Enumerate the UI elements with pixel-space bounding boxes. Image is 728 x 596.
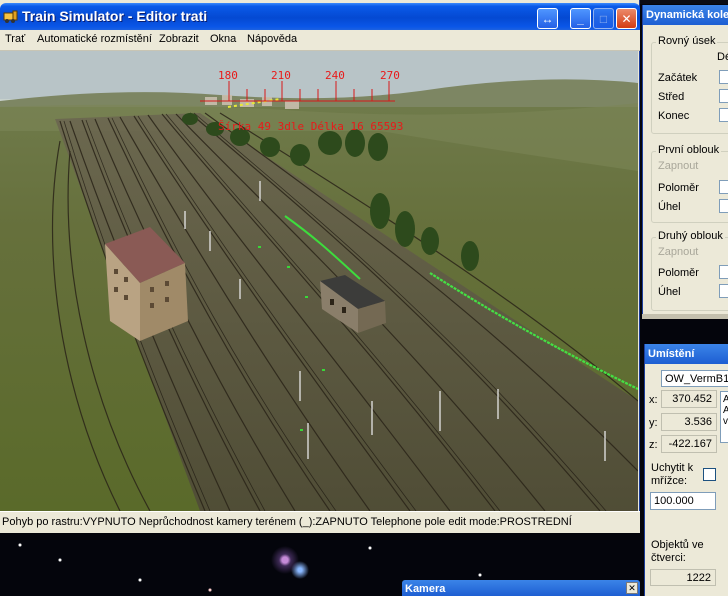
first-curve-legend: První oblouk xyxy=(656,144,722,156)
x-value[interactable]: 370.452 xyxy=(661,390,717,408)
first-curve-radius-field[interactable] xyxy=(719,180,728,194)
second-curve-angle-field[interactable] xyxy=(719,284,728,298)
straight-start-field[interactable] xyxy=(719,70,728,84)
objects-in-square-value: 1222 xyxy=(650,569,716,586)
compass-tick-180: 180 xyxy=(218,69,238,82)
placement-panel-title[interactable]: Umístění xyxy=(645,344,728,364)
y-value[interactable]: 3.536 xyxy=(661,413,717,431)
straight-section-legend: Rovný úsek xyxy=(656,35,718,47)
position-readout: Šírka 49 3dle Délka 16 65593 xyxy=(218,120,404,133)
titlebar[interactable]: Train Simulator - Editor trati ↔ _ □ ✕ xyxy=(0,3,640,30)
camera-window-title: Kamera xyxy=(405,583,446,595)
straight-middle-label: Střed xyxy=(658,91,685,103)
straight-middle-field[interactable] xyxy=(719,89,728,103)
train-icon xyxy=(3,10,18,23)
straight-end-field[interactable] xyxy=(719,108,728,122)
dynamic-track-panel: Dynamická kolej Rovný úsek Dé Začátek St… xyxy=(642,5,728,319)
route-editor-window: Train Simulator - Editor trati ↔ _ □ ✕ T… xyxy=(0,0,640,533)
dynamic-track-panel-title[interactable]: Dynamická kolej xyxy=(643,5,728,25)
minimize-button[interactable]: _ xyxy=(570,8,591,29)
snap-to-grid-checkbox[interactable] xyxy=(703,468,716,481)
straight-end-label: Konec xyxy=(658,110,690,122)
menu-auto-placement[interactable]: Automatické rozmístění xyxy=(37,33,152,45)
second-curve-radius-field[interactable] xyxy=(719,265,728,279)
placement-panel: Umístění OW_VermB10 x: 370.452 y: 3.536 … xyxy=(644,344,728,596)
orientation-list[interactable]: A A v xyxy=(720,391,728,443)
second-curve-legend: Druhý oblouk xyxy=(656,230,725,242)
compass-tick-240: 240 xyxy=(325,69,345,82)
3d-viewport[interactable]: 180 210 240 270 Šírka 49 3dle Délka 16 6… xyxy=(0,51,638,511)
objects-in-square-label: Objektů ve čtverci: xyxy=(651,539,704,564)
orientation-item: A xyxy=(723,394,728,405)
first-curve-radius-label: Poloměr xyxy=(658,182,699,194)
window-title: Train Simulator - Editor trati xyxy=(22,8,208,24)
snap-value-field[interactable]: 100.000 xyxy=(650,492,716,510)
straight-column-header: Dé xyxy=(717,51,728,63)
close-button[interactable]: ✕ xyxy=(616,8,637,29)
second-curve-radius-label: Poloměr xyxy=(658,267,699,279)
orientation-item: v xyxy=(723,416,728,427)
x-label: x: xyxy=(649,394,658,406)
menu-help[interactable]: Nápověda xyxy=(247,33,297,45)
z-value[interactable]: -422.167 xyxy=(661,435,717,453)
camera-close-button[interactable]: ✕ xyxy=(626,582,638,594)
move-button[interactable]: ↔ xyxy=(537,8,558,29)
menu-view[interactable]: Zobrazit xyxy=(159,33,199,45)
camera-window[interactable]: Kamera ✕ xyxy=(402,580,640,596)
menubar: Trať Automatické rozmístění Zobrazit Okn… xyxy=(0,30,640,51)
menu-trat[interactable]: Trať xyxy=(5,33,25,45)
first-curve-angle-field[interactable] xyxy=(719,199,728,213)
y-label: y: xyxy=(649,417,658,429)
straight-start-label: Začátek xyxy=(658,72,698,84)
compass-tick-270: 270 xyxy=(380,69,400,82)
statusbar: Pohyb po rastru:VYPNUTO Neprůchodnost ka… xyxy=(0,511,640,533)
snap-to-grid-label: Uchytit k mřížce: xyxy=(651,462,694,487)
second-curve-angle-label: Úhel xyxy=(658,286,681,298)
compass-tick-210: 210 xyxy=(271,69,291,82)
status-text: Pohyb po rastru:VYPNUTO Neprůchodnost ka… xyxy=(2,516,572,528)
first-curve-angle-label: Úhel xyxy=(658,201,681,213)
menu-windows[interactable]: Okna xyxy=(210,33,236,45)
z-label: z: xyxy=(649,439,658,451)
maximize-button[interactable]: □ xyxy=(593,8,614,29)
object-name-field[interactable]: OW_VermB10 xyxy=(661,370,728,387)
orientation-item: A xyxy=(723,405,728,416)
first-curve-enable[interactable]: Zapnout xyxy=(658,160,698,172)
second-curve-enable[interactable]: Zapnout xyxy=(658,246,698,258)
dynamic-track-scrollbar[interactable] xyxy=(642,314,728,319)
